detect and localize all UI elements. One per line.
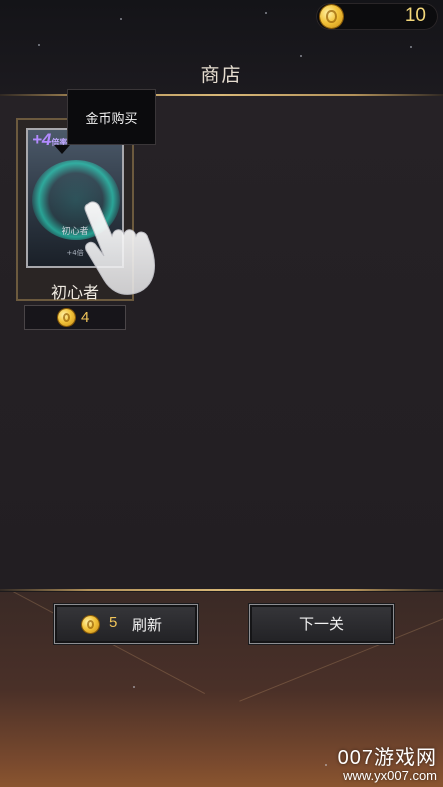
star-decoration	[300, 55, 302, 57]
buy-tooltip: 金币购买	[67, 89, 156, 145]
site-watermark: 007游戏网 www.yx007.com	[338, 741, 437, 783]
star-decoration	[133, 686, 135, 688]
tooltip-tail	[54, 145, 70, 154]
coin-icon	[82, 616, 99, 633]
coin-count: 10	[404, 5, 426, 26]
star-decoration	[120, 18, 122, 20]
refresh-button[interactable]: 5 刷新	[53, 603, 199, 645]
star-decoration	[410, 46, 412, 48]
refresh-cost: 5	[109, 614, 118, 631]
coin-icon	[58, 309, 75, 326]
watermark-brand: 007游戏网	[337, 747, 437, 769]
star-decoration	[265, 12, 267, 14]
watermark-url: www.yx007.com	[343, 768, 437, 783]
price-value: 4	[81, 309, 90, 326]
footer-divider	[0, 589, 443, 591]
hand-pointer-icon	[84, 201, 155, 295]
next-level-label: 下一关	[298, 615, 344, 633]
price-tag[interactable]: 4	[24, 305, 126, 330]
page-title: 商店	[200, 64, 243, 86]
star-decoration	[38, 44, 40, 46]
coin-balance: 10	[316, 3, 438, 30]
star-decoration	[325, 764, 327, 766]
coin-icon	[320, 5, 343, 28]
next-level-button[interactable]: 下一关	[248, 603, 395, 645]
tooltip-text: 金币购买	[85, 112, 138, 127]
refresh-label: 刷新	[132, 616, 163, 634]
top-bar: 10 商店	[0, 0, 443, 95]
